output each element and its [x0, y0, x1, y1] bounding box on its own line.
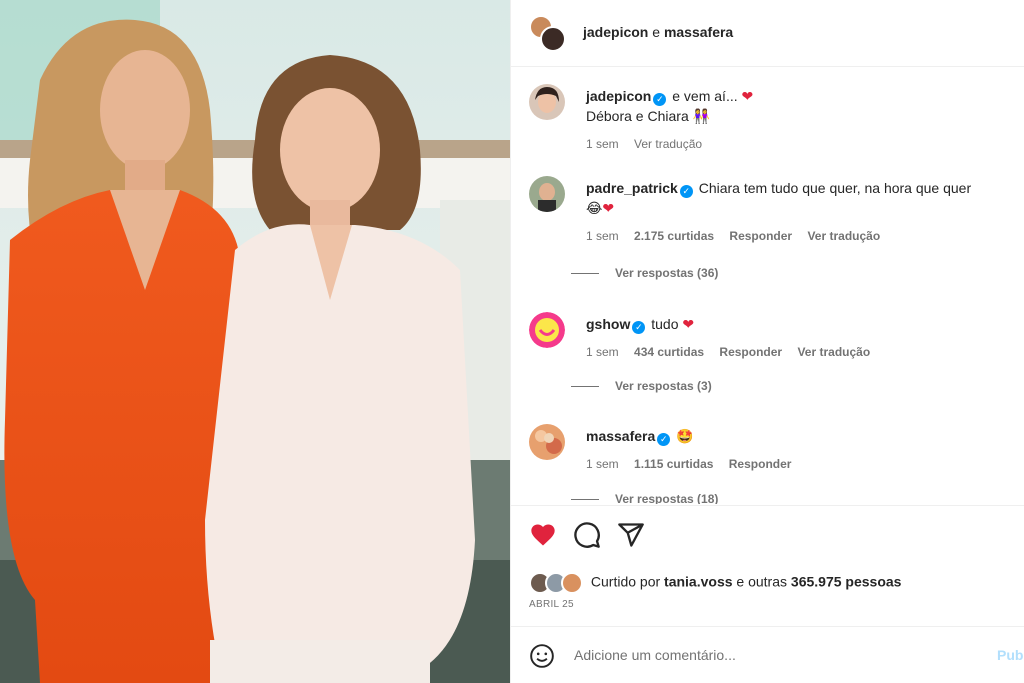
translate-link[interactable]: Ver tradução: [634, 137, 702, 151]
translate-link[interactable]: Ver tradução: [797, 345, 870, 359]
avatar[interactable]: [529, 312, 565, 348]
post-photo[interactable]: [0, 0, 510, 683]
comment-body: padre_patrick ✓ Chiara tem tudo que quer,…: [586, 178, 1016, 246]
add-comment-bar: Adicione um comentário... Pub: [511, 626, 1024, 683]
comment-time[interactable]: 1 sem: [586, 229, 619, 243]
comment-likes[interactable]: 434 curtidas: [634, 345, 704, 359]
comment-meta: 1 sem 434 curtidas Responder Ver traduçã…: [586, 342, 1016, 362]
reply-button[interactable]: Responder: [729, 229, 792, 243]
replies-divider: [571, 386, 599, 388]
post-side-panel: jadepicon e massafera jadepicon ✓ e vem a…: [510, 0, 1024, 683]
avatar-image: [529, 424, 565, 460]
view-replies-button[interactable]: Ver respostas (18): [571, 492, 718, 504]
avatar[interactable]: [529, 424, 565, 460]
avatar-image: [529, 176, 565, 212]
comment-body: massafera ✓ 🤩 1 sem 1.115 curtidas Respon…: [586, 426, 1016, 474]
comment-meta: 1 sem 1.115 curtidas Responder: [586, 454, 1016, 474]
comment-text-line2: Débora e Chiara: [586, 108, 689, 124]
emoji-picker-button[interactable]: [529, 643, 555, 669]
liked-suffix: e outras: [736, 573, 788, 590]
speech-bubble-icon: [574, 522, 600, 548]
post-header: jadepicon e massafera: [511, 0, 1024, 67]
comment-text: 🤩: [676, 428, 694, 444]
comment-likes[interactable]: 1.115 curtidas: [634, 457, 713, 471]
heart-emoji-icon: ❤: [682, 316, 695, 332]
reply-button[interactable]: Responder: [729, 457, 792, 471]
paper-plane-icon: [618, 523, 644, 547]
post-authors: jadepicon e massafera: [583, 24, 733, 40]
comment-body: jadepicon ✓ e vem aí... ❤ Débora e Chiara…: [586, 86, 1016, 154]
view-replies-label: Ver respostas (36): [615, 266, 719, 280]
reply-button[interactable]: Responder: [719, 345, 782, 359]
heart-emoji-icon: ❤: [602, 200, 615, 216]
comment-time[interactable]: 1 sem: [586, 457, 619, 471]
comment-time[interactable]: 1 sem: [586, 137, 619, 151]
comment-username[interactable]: massafera: [586, 428, 655, 444]
translate-link[interactable]: Ver tradução: [807, 229, 880, 243]
replies-divider: [571, 273, 599, 275]
author-joiner: e: [652, 24, 661, 40]
author-link[interactable]: jadepicon: [583, 24, 648, 40]
comment-time[interactable]: 1 sem: [586, 345, 619, 359]
liked-by[interactable]: Curtido por tania.voss e outras 365.975 …: [529, 572, 901, 594]
comment-text: e vem aí...: [672, 88, 738, 104]
comments-list[interactable]: jadepicon ✓ e vem aí... ❤ Débora e Chiara…: [511, 68, 1024, 504]
collab-avatars[interactable]: [529, 15, 567, 53]
replies-divider: [571, 499, 599, 501]
post-date: ABRIL 25: [529, 599, 574, 610]
laughing-emoji: 😂: [586, 200, 603, 216]
publish-button[interactable]: Pub: [997, 647, 1023, 663]
view-replies-label: Ver respostas (3): [615, 379, 712, 393]
share-button[interactable]: [617, 521, 645, 549]
verified-badge-icon: ✓: [679, 185, 693, 198]
view-replies-button[interactable]: Ver respostas (36): [571, 266, 718, 280]
avatar: [561, 572, 583, 594]
comment-body: gshow ✓ tudo ❤ 1 sem 434 curtidas Respond…: [586, 314, 1016, 362]
comment-username[interactable]: gshow: [586, 316, 630, 332]
heart-filled-icon: [531, 524, 555, 546]
author-link[interactable]: massafera: [664, 24, 733, 40]
comment-meta: 1 sem Ver tradução: [586, 134, 1016, 154]
like-button[interactable]: [529, 521, 557, 549]
smiley-icon: [530, 644, 554, 668]
verified-badge-icon: ✓: [657, 433, 671, 446]
verified-badge-icon: ✓: [653, 93, 667, 106]
avatar[interactable]: [529, 84, 565, 120]
avatar-image: [529, 84, 565, 120]
liked-prefix: Curtido por: [590, 573, 661, 590]
photo-illustration: [0, 0, 510, 683]
post-actions: Curtido por tania.voss e outras 365.975 …: [511, 505, 1024, 625]
view-replies-label: Ver respostas (18): [615, 492, 719, 504]
heart-emoji-icon: ❤: [741, 88, 754, 104]
view-replies-button[interactable]: Ver respostas (3): [571, 379, 712, 393]
comment-username[interactable]: padre_patrick: [586, 180, 678, 196]
liked-user[interactable]: tania.voss: [664, 574, 732, 590]
avatar[interactable]: [529, 176, 565, 212]
comment-button[interactable]: [573, 521, 601, 549]
comment-text: tudo: [651, 316, 679, 332]
instagram-post-view: jadepicon e massafera jadepicon ✓ e vem a…: [0, 0, 1024, 683]
verified-badge-icon: ✓: [632, 321, 646, 334]
gshow-logo-icon: [529, 312, 565, 348]
girls-emoji: 👭: [692, 108, 711, 124]
comment-text: Chiara tem tudo que quer, na hora que qu…: [698, 180, 972, 196]
liked-count[interactable]: 365.975 pessoas: [791, 574, 902, 590]
comment-meta: 1 sem 2.175 curtidas Responder Ver tradu…: [586, 226, 1016, 246]
comment-input[interactable]: Adicione um comentário...: [574, 647, 736, 663]
avatar: [540, 26, 566, 52]
comment-likes[interactable]: 2.175 curtidas: [634, 229, 714, 243]
comment-username[interactable]: jadepicon: [586, 88, 651, 104]
liked-by-avatars: [529, 572, 587, 594]
